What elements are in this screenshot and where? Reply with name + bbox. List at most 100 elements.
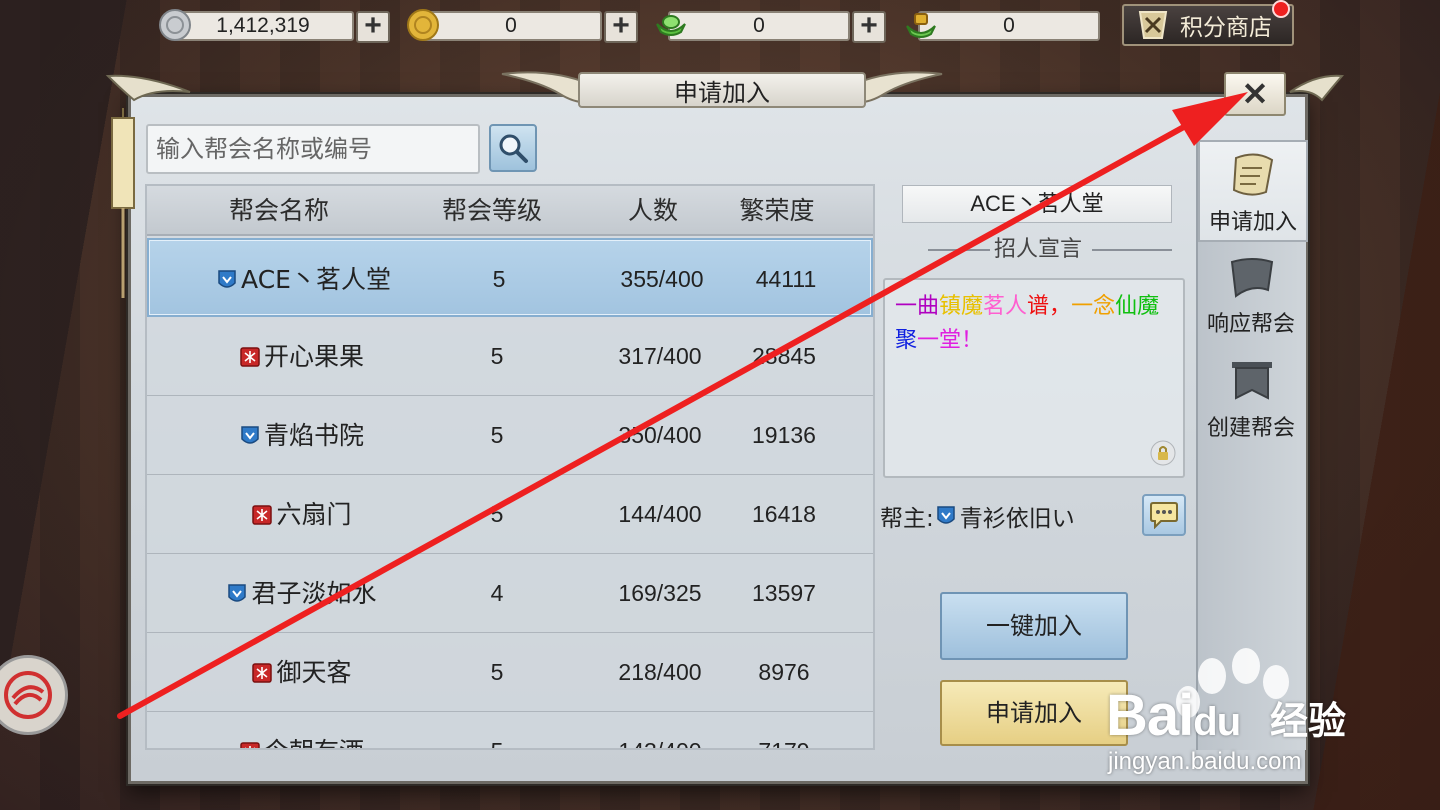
table-row[interactable]: ACE丶茗人堂 5 355/400 44111 [147,238,873,317]
watermark-du: du [1193,700,1241,744]
green-ingot-icon [654,8,688,42]
flag-icon [1232,362,1272,400]
guild-level-cell: 4 [490,580,504,606]
currency-locked-ingot: 0 [904,8,1104,44]
add-green-ingot-button[interactable]: + [852,11,886,43]
tab-create-guild[interactable]: 创建帮会 [1198,348,1308,450]
leader-name: 青衫依旧い [959,506,1075,532]
table-row[interactable]: 开心果果 5 317/400 28845 [147,317,873,396]
locked-ingot-amount: 0 [918,11,1100,41]
red-emblem-icon [240,346,260,367]
guild-table: 帮会名称 帮会等级 人数 繁荣度 ACE丶茗人堂 5 355/400 44111 开心果… [145,184,875,750]
blue-emblem-icon [937,506,955,524]
table-row[interactable]: 今朝有酒 5143/4007179 [147,712,873,748]
tab-respond-guild-label: 响应帮会 [1206,312,1295,337]
locked-ingot-icon [904,8,938,42]
prosperity-cell: 44111 [755,266,817,292]
prosperity-cell: 16418 [752,501,816,527]
leader-label: 帮主: [880,506,934,532]
dialog-title: 申请加入 [578,72,866,108]
apply-join-button[interactable]: 申请加入 [940,680,1128,746]
tab-apply-join-label: 申请加入 [1208,210,1297,235]
guild-name: 君子淡如水 [251,579,377,608]
manifesto-segment: 仙魔 [1115,294,1160,319]
guild-leader: 帮主: 青衫依旧い [880,498,1075,534]
lantern-icon [111,108,135,298]
red-emblem-icon [252,662,273,683]
search-icon [499,134,528,163]
members-cell: 169/325 [618,580,702,606]
watermark-bai: Bai [1106,683,1194,748]
silver-coin-icon [158,8,192,42]
table-row[interactable]: 君子淡如水 4 169/325 13597 [147,554,873,633]
table-row[interactable]: 青焰书院 5 350/400 19136 [147,396,873,475]
manifesto-segment: 一堂！ [917,328,984,353]
currency-silver: 1,412,319 + [158,8,390,44]
recruitment-manifesto: 一曲镇魔茗人谱，一念仙魔聚一堂！ [883,278,1185,478]
manifesto-heading: 招人宣言 [993,237,1082,262]
guild-name: 青焰书院 [263,421,364,450]
guild-level-cell: 5 [490,659,504,685]
guild-name: 开心果果 [263,342,364,371]
table-row[interactable]: 六扇门 5 144/400 16418 [147,475,873,554]
guild-level-cell: 5 [490,343,504,369]
guild-level-cell: 5 [492,266,506,292]
members-cell: 143/400 [583,712,737,748]
blue-emblem-icon [241,425,259,444]
chat-button[interactable] [1142,494,1186,536]
prosperity-cell: 28845 [752,343,816,369]
shop-emblem-icon [1138,11,1168,39]
netease-logo-icon [4,671,52,719]
corner-ornament-icon [1289,74,1345,102]
search-button[interactable] [489,124,537,172]
table-header: 帮会名称 帮会等级 人数 繁荣度 [147,186,873,236]
members-cell: 317/400 [618,343,702,369]
green-ingot-amount: 0 [668,11,850,41]
scroll-icon [1232,153,1274,196]
points-shop-label: 积分商店 [1180,15,1272,41]
manifesto-segment: 茗人 [983,294,1028,319]
guild-level-cell: 5 [490,422,504,448]
lock-icon[interactable] [1150,440,1176,466]
watermark-logo: Baidu [1106,682,1241,749]
blue-emblem-icon [228,583,247,602]
red-emblem-icon [240,741,260,748]
prosperity-cell: 7179 [717,712,851,748]
prosperity-cell: 8976 [758,659,810,685]
one-click-join-button[interactable]: 一键加入 [940,592,1128,660]
manifesto-segment: 聚 [895,328,918,353]
manifesto-segment: 镇魔 [939,294,984,319]
members-cell: 350/400 [618,422,702,448]
close-button[interactable]: ✕ [1224,72,1286,116]
members-cell: 218/400 [618,659,702,685]
watermark-jingyan: 经验 [1270,701,1347,743]
currency-gold: 0 + [406,8,638,44]
prosperity-cell: 13597 [752,580,816,606]
banner-icon [1230,258,1274,298]
tab-apply-join[interactable]: 申请加入 [1198,140,1308,242]
members-cell: 144/400 [618,501,702,527]
add-gold-button[interactable]: + [604,11,638,43]
guild-search-input[interactable]: 输入帮会名称或编号 [146,124,480,174]
tab-respond-guild[interactable]: 响应帮会 [1198,244,1308,346]
blue-emblem-icon [218,269,236,288]
manifesto-segment: 一念 [1071,294,1116,319]
guild-name: 御天客 [276,658,352,687]
members-cell: 355/400 [620,266,704,292]
corner-ornament-icon [105,74,191,102]
header-guild-name: 帮会名称 [228,196,329,225]
red-emblem-icon [252,504,273,525]
table-row[interactable]: 御天客 5 218/400 8976 [147,633,873,712]
title-right-ornament-icon [854,71,943,104]
currency-green-ingot: 0 + [654,8,886,44]
points-shop-button[interactable]: 积分商店 [1122,4,1294,46]
guild-name: 今朝有酒 [264,712,364,748]
gold-coin-icon [406,8,440,42]
manifesto-segment: 一曲 [895,294,940,319]
guild-level-cell: 5 [490,501,504,527]
guild-name: ACE丶茗人堂 [241,265,391,294]
silver-amount: 1,412,319 [172,11,354,41]
add-silver-button[interactable]: + [356,11,390,43]
gold-amount: 0 [420,11,602,41]
guild-level-cell: 5 [411,712,583,748]
